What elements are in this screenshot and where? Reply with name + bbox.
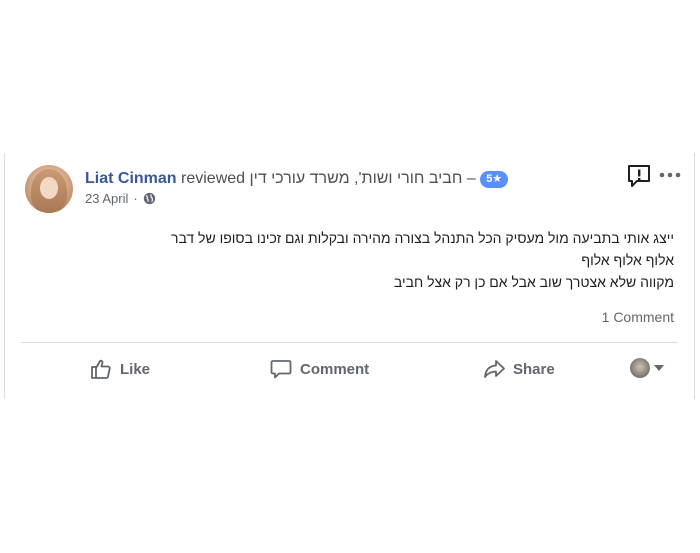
comments-count-link[interactable]: 1 Comment — [602, 309, 674, 325]
comment-button[interactable]: Comment — [269, 356, 369, 382]
review-text-line: ייצג אותי בתביעה מול מעסיק הכל התנהל בצו… — [170, 230, 674, 246]
post-meta: 23 April · — [85, 191, 156, 206]
author-avatar[interactable] — [25, 165, 73, 213]
thumbs-up-icon — [91, 359, 111, 379]
page-name-link[interactable]: חביב חורי ושות', משרד עורכי דין — [250, 170, 463, 187]
separator-dash: – — [466, 170, 476, 187]
author-name-link[interactable]: Liat Cinman — [85, 170, 177, 187]
reviewed-text: reviewed — [181, 170, 246, 187]
share-button[interactable]: Share — [482, 356, 555, 382]
like-label: Like — [120, 360, 151, 378]
more-dots-icon[interactable] — [658, 166, 682, 184]
like-button[interactable]: Like — [89, 356, 150, 382]
share-label: Share — [513, 360, 555, 378]
viewer-avatar — [630, 358, 650, 378]
comment-label: Comment — [300, 360, 370, 378]
post-header: Liat Cinman reviewed חביב חורי ושות', מש… — [85, 169, 509, 189]
review-text: ייצג אותי בתביעה מול מעסיק הכל התנהל בצו… — [34, 227, 674, 293]
chevron-down-icon — [654, 365, 664, 371]
review-text-line: אלוף אלוף אלוף — [581, 252, 674, 268]
share-arrow-icon — [484, 360, 505, 378]
meta-dot: · — [133, 191, 138, 206]
rating-badge: 5★ — [480, 171, 509, 188]
post-date-link[interactable]: 23 April — [85, 191, 128, 206]
globe-icon[interactable] — [143, 192, 156, 205]
review-post-card: Liat Cinman reviewed חביב חורי ושות', מש… — [4, 153, 695, 399]
review-text-line: מקווה שלא אצטרך שוב אבל אם כן רק אצל חבי… — [393, 274, 674, 290]
speech-bubble-icon — [270, 360, 292, 379]
avatar-face — [40, 177, 58, 199]
report-exclamation-icon[interactable] — [626, 163, 652, 189]
actions-divider — [21, 342, 678, 343]
reaction-identity-selector[interactable] — [630, 358, 664, 378]
